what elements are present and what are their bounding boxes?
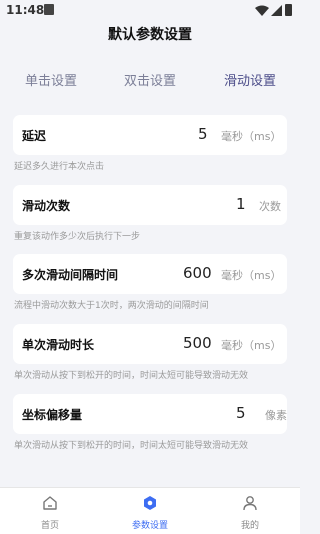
- swipe-count-input[interactable]: 1: [236, 195, 246, 213]
- user-icon: [243, 496, 257, 511]
- nav-label: 我的: [240, 521, 259, 531]
- setting-hint: 延迟多久进行本次点击: [14, 162, 105, 172]
- setting-label: 多次滑动间隔时间: [22, 268, 119, 282]
- setting-label: 延迟: [22, 129, 47, 143]
- settings-icon: [144, 496, 156, 510]
- setting-hint: 单次滑动从按下到松开的时间，时间太短可能导致滑动无效: [14, 371, 249, 381]
- swipe-duration-input[interactable]: 500: [183, 334, 212, 352]
- status-time: 11:48: [6, 3, 45, 17]
- home-icon: [43, 496, 57, 510]
- setting-hint: 流程中滑动次数大于1次时，两次滑动的间隔时间: [14, 301, 209, 311]
- wifi-icon: [255, 5, 269, 16]
- setting-unit: 次数: [259, 200, 281, 213]
- setting-label: 坐标偏移量: [22, 408, 83, 422]
- setting-swipe-duration: 单次滑动时长 500 毫秒（ms）: [13, 324, 287, 364]
- setting-label: 单次滑动时长: [22, 338, 95, 352]
- setting-coordinate-offset: 坐标偏移量 5 像素: [13, 394, 287, 434]
- setting-hint: 单次滑动从按下到松开的时间，时间太短可能导致滑动无效: [14, 441, 249, 451]
- settings-tabs: 单击设置 双击设置 滑动设置: [0, 70, 300, 90]
- setting-hint: 重复该动作多少次后执行下一步: [14, 232, 141, 242]
- nav-home[interactable]: 首页: [20, 488, 80, 534]
- bottom-nav: 首页 参数设置 我的: [0, 487, 300, 534]
- setting-unit: 毫秒（ms）: [221, 339, 282, 352]
- notification-icon: [44, 4, 54, 15]
- tab-swipe[interactable]: 滑动设置: [224, 70, 276, 89]
- setting-swipe-count: 滑动次数 1 次数: [13, 185, 287, 225]
- setting-unit: 毫秒（ms）: [221, 269, 282, 282]
- tab-double-click[interactable]: 双击设置: [124, 70, 176, 89]
- swipe-interval-input[interactable]: 600: [183, 264, 212, 282]
- setting-unit: 像素: [265, 409, 287, 422]
- nav-label: 首页: [40, 521, 59, 531]
- page-title: 默认参数设置: [108, 27, 192, 43]
- setting-delay: 延迟 5 毫秒（ms）: [13, 115, 287, 155]
- status-bar: 11:48: [0, 0, 300, 20]
- nav-profile[interactable]: 我的: [220, 488, 280, 534]
- coordinate-offset-input[interactable]: 5: [236, 404, 246, 422]
- setting-swipe-interval: 多次滑动间隔时间 600 毫秒（ms）: [13, 254, 287, 294]
- setting-unit: 毫秒（ms）: [221, 130, 282, 143]
- nav-label: 参数设置: [131, 521, 168, 531]
- battery-icon: [285, 4, 292, 16]
- delay-input[interactable]: 5: [198, 125, 208, 143]
- nav-settings[interactable]: 参数设置: [120, 488, 180, 534]
- setting-label: 滑动次数: [22, 199, 71, 213]
- signal-icon: [271, 5, 282, 16]
- tab-single-click[interactable]: 单击设置: [25, 70, 77, 89]
